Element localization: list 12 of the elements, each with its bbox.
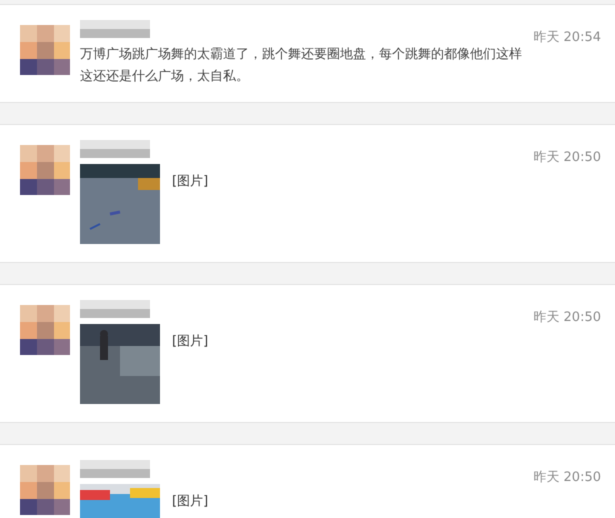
- comment-text: 万博广场跳广场舞的太霸道了，跳个舞还要圈地盘，每个跳舞的都像他们这样这还还是什么广场，太自私。: [80, 46, 523, 86]
- image-label: [图片]: [172, 173, 208, 191]
- comment-time: 昨天 20:50: [533, 149, 601, 166]
- image-label: [图片]: [172, 333, 208, 351]
- blurred-name-drawing: [80, 460, 150, 480]
- comment-time: 昨天 20:50: [533, 309, 601, 326]
- comment-time: 昨天 20:54: [533, 29, 601, 46]
- blurred-name-drawing: [80, 140, 150, 160]
- comment-time: 昨天 20:50: [533, 469, 601, 486]
- blurred-name-drawing: [80, 20, 150, 40]
- image-label: [图片]: [172, 493, 208, 511]
- blurred-name-drawing: [80, 300, 150, 320]
